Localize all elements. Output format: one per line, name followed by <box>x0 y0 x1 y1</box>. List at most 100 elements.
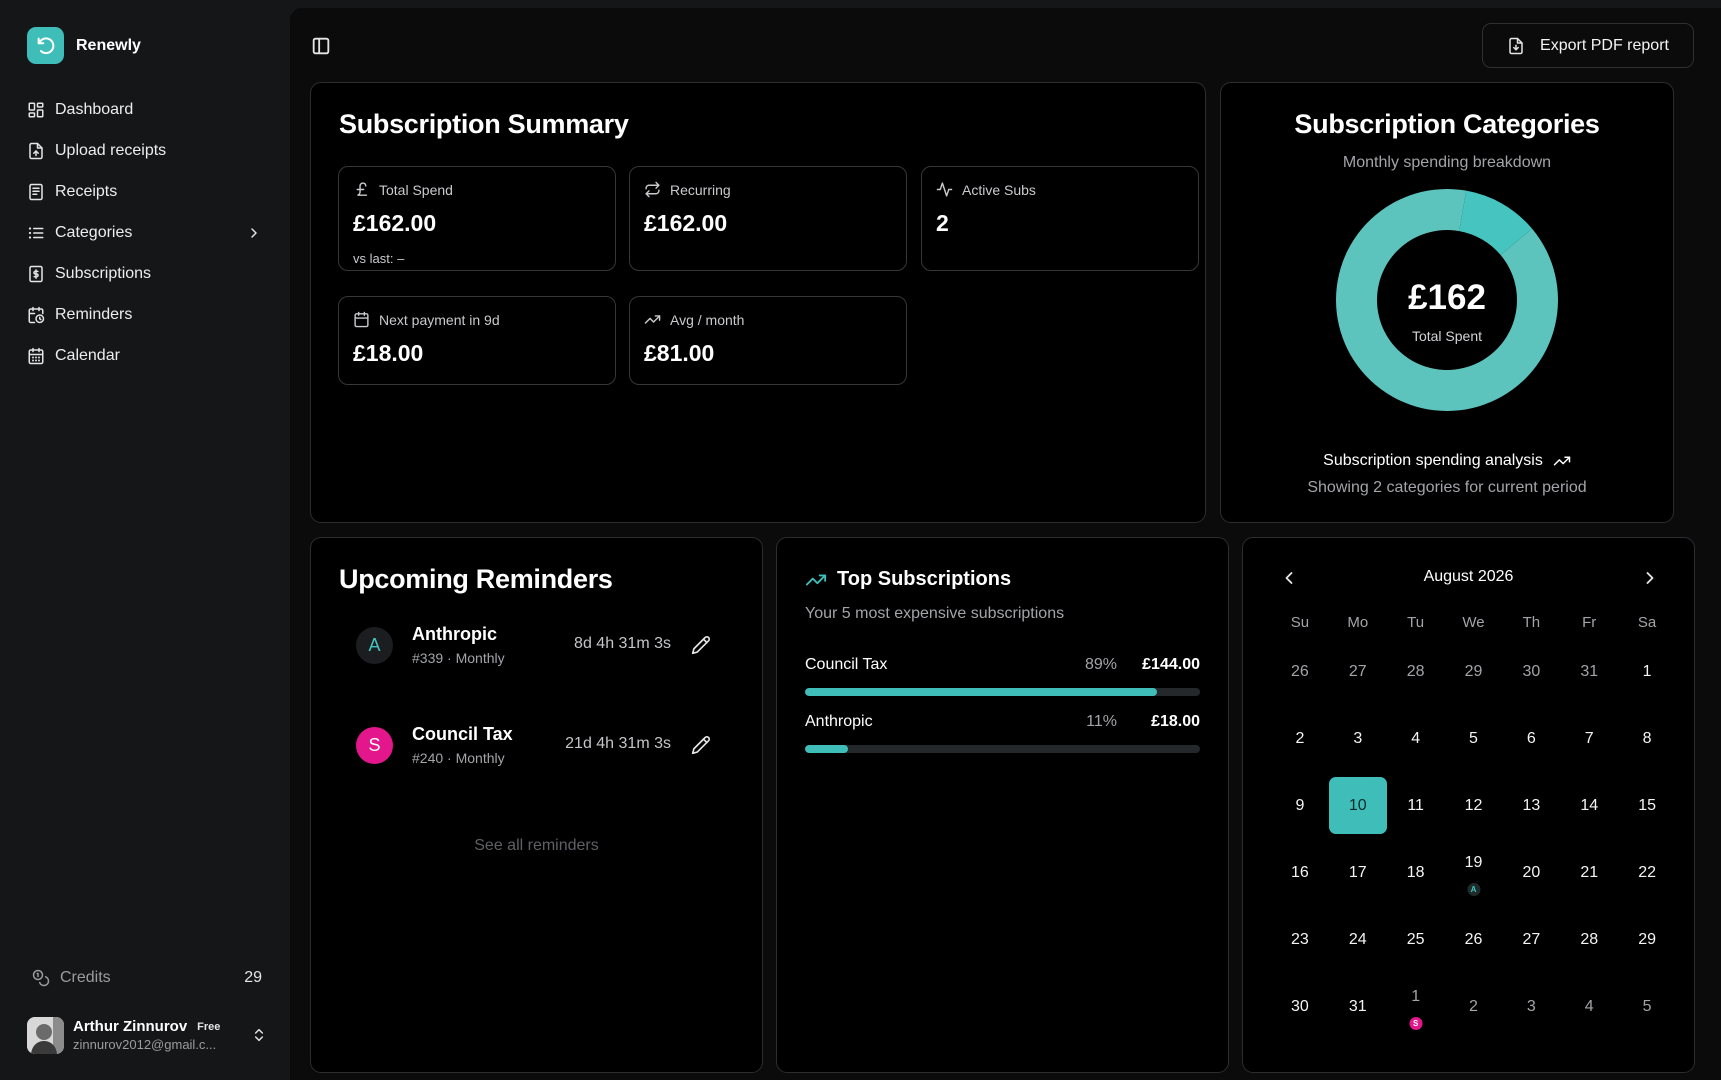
calendar-day[interactable]: 7 <box>1560 705 1618 772</box>
weekday-label: Tu <box>1407 614 1425 631</box>
calendar-day[interactable]: 16 <box>1271 839 1329 906</box>
stat-active-subs: Active Subs 2 <box>921 166 1199 271</box>
pencil-icon[interactable] <box>691 735 711 755</box>
calendar-day[interactable]: 1 <box>1618 638 1676 705</box>
calendar-day[interactable]: 9 <box>1271 772 1329 839</box>
card-title: Subscription Summary <box>339 109 629 139</box>
day-number: 26 <box>1464 931 1483 948</box>
calendar-day[interactable]: 30 <box>1502 638 1560 705</box>
reminder-name: Anthropic <box>412 624 497 644</box>
calendar-day[interactable]: 18 <box>1387 839 1445 906</box>
calendar-day[interactable]: 17 <box>1329 839 1387 906</box>
reminder-meta: #240 · Monthly <box>412 750 505 766</box>
sidebar-item-subscriptions[interactable]: Subscriptions <box>18 253 272 294</box>
calendar-day[interactable]: 25 <box>1387 906 1445 973</box>
calendar-day[interactable]: 3 <box>1329 705 1387 772</box>
calendar-day[interactable]: 26 <box>1271 638 1329 705</box>
calendar-day[interactable]: 29 <box>1618 906 1676 973</box>
day-number: 2 <box>1295 730 1305 747</box>
pencil-icon[interactable] <box>691 635 711 655</box>
calendar-day[interactable]: 27 <box>1329 638 1387 705</box>
day-number: 9 <box>1295 797 1305 814</box>
day-number: 27 <box>1522 931 1541 948</box>
day-number: 26 <box>1291 663 1309 680</box>
reminder-item[interactable]: S Council Tax #240 · Monthly 21d 4h 31m … <box>356 721 711 771</box>
renewly-logo-icon <box>27 27 64 64</box>
calendar-day[interactable]: 19 A <box>1445 839 1503 906</box>
calendar-day[interactable]: 26 <box>1445 906 1503 973</box>
calendar-day[interactable]: 22 <box>1618 839 1676 906</box>
calendar-day[interactable]: 5 <box>1445 705 1503 772</box>
calendar-clock-icon <box>28 306 45 323</box>
export-pdf-label: Export PDF report <box>1540 36 1669 54</box>
calendar-day[interactable]: 12 <box>1445 772 1503 839</box>
top-subscription-row[interactable]: Anthropic 11% £18.00 <box>805 713 1200 753</box>
calendar-day[interactable]: 11 <box>1387 772 1445 839</box>
day-number: 4 <box>1584 998 1594 1015</box>
calendar-day[interactable]: 20 <box>1502 839 1560 906</box>
calendar-week-row: 23 24 25 26 27 28 29 <box>1271 906 1676 973</box>
stat-label: Avg / month <box>670 311 745 328</box>
chevron-right-icon <box>251 227 257 238</box>
calendar-day[interactable]: 2 <box>1271 705 1329 772</box>
export-pdf-button[interactable]: Export PDF report <box>1482 23 1694 68</box>
sidebar-item-categories[interactable]: Categories <box>18 212 272 253</box>
reminder-item[interactable]: A Anthropic #339 · Monthly 8d 4h 31m 3s <box>356 621 711 671</box>
card-subtitle: Monthly spending breakdown <box>1342 154 1552 171</box>
credits-value: 29 <box>244 969 262 986</box>
see-all-reminders-link[interactable]: See all reminders <box>311 837 762 855</box>
credits: Credits 29 <box>32 966 262 990</box>
calendar-day[interactable]: 2 <box>1445 973 1503 1040</box>
user-name: Arthur Zinnurov <box>73 1018 188 1035</box>
stat-value: 2 <box>936 210 949 236</box>
day-number: 3 <box>1526 998 1536 1015</box>
calendar-day[interactable]: 5 <box>1618 973 1676 1040</box>
calendar-day[interactable]: 6 <box>1502 705 1560 772</box>
calendar-day[interactable]: 4 <box>1387 705 1445 772</box>
card-subtitle: Your 5 most expensive subscriptions <box>805 605 1065 622</box>
calendar-day[interactable]: 31 <box>1329 973 1387 1040</box>
calendar-day[interactable]: 27 <box>1502 906 1560 973</box>
calendar-day[interactable]: 24 <box>1329 906 1387 973</box>
top-subscription-row[interactable]: Council Tax 89% £144.00 <box>805 656 1200 696</box>
day-number: 18 <box>1406 864 1425 881</box>
stat-avg-month: Avg / month £81.00 <box>629 296 907 385</box>
calendar-day[interactable]: 1S <box>1387 973 1445 1040</box>
calendar-day[interactable]: 30 <box>1271 973 1329 1040</box>
stat-label: Recurring <box>670 181 731 198</box>
brand-name: Renewly <box>76 36 141 54</box>
calendar-day[interactable]: 15 <box>1618 772 1676 839</box>
sidebar-item-label: Subscriptions <box>55 264 152 282</box>
period-caption: Showing 2 categories for current period <box>1307 479 1587 496</box>
calendar-day[interactable]: 29 <box>1445 638 1503 705</box>
calendar-day[interactable]: 8 <box>1618 705 1676 772</box>
calendar-day[interactable]: 31 <box>1560 638 1618 705</box>
sidebar-item-calendar[interactable]: Calendar <box>18 335 272 376</box>
sidebar-item-receipts[interactable]: Receipts <box>18 171 272 212</box>
sidebar-item-upload-receipts[interactable]: Upload receipts <box>18 130 272 171</box>
user-menu[interactable]: Arthur Zinnurov Free zinnurov2012@gmail.… <box>27 1015 267 1055</box>
repeat-icon <box>645 181 660 198</box>
trending-up-icon <box>1553 456 1571 466</box>
calendar-day-today[interactable]: 10 <box>1328 772 1387 839</box>
calendar-day[interactable]: 14 <box>1560 772 1618 839</box>
day-number: 24 <box>1348 931 1367 948</box>
calendar-day[interactable]: 21 <box>1560 839 1618 906</box>
calendar-day[interactable]: 3 <box>1502 973 1560 1040</box>
chevron-right-icon[interactable] <box>1640 568 1660 588</box>
brand[interactable]: Renewly <box>27 27 141 64</box>
calendar-day[interactable]: 28 <box>1387 638 1445 705</box>
sidebar-item-reminders[interactable]: Reminders <box>18 294 272 335</box>
calendar-week-row: 26 27 28 29 30 31 1 <box>1271 638 1676 705</box>
sidebar-toggle-icon[interactable] <box>310 35 332 57</box>
sidebar-item-dashboard[interactable]: Dashboard <box>18 89 272 130</box>
calendar-day[interactable]: 4 <box>1560 973 1618 1040</box>
day-number: 17 <box>1348 864 1367 881</box>
file-download-icon <box>1509 37 1523 54</box>
day-number: 14 <box>1580 797 1599 814</box>
day-number: 5 <box>1642 998 1652 1015</box>
subscription-name: Council Tax <box>805 656 888 673</box>
calendar-day[interactable]: 23 <box>1271 906 1329 973</box>
calendar-day[interactable]: 13 <box>1502 772 1560 839</box>
calendar-day[interactable]: 28 <box>1560 906 1618 973</box>
